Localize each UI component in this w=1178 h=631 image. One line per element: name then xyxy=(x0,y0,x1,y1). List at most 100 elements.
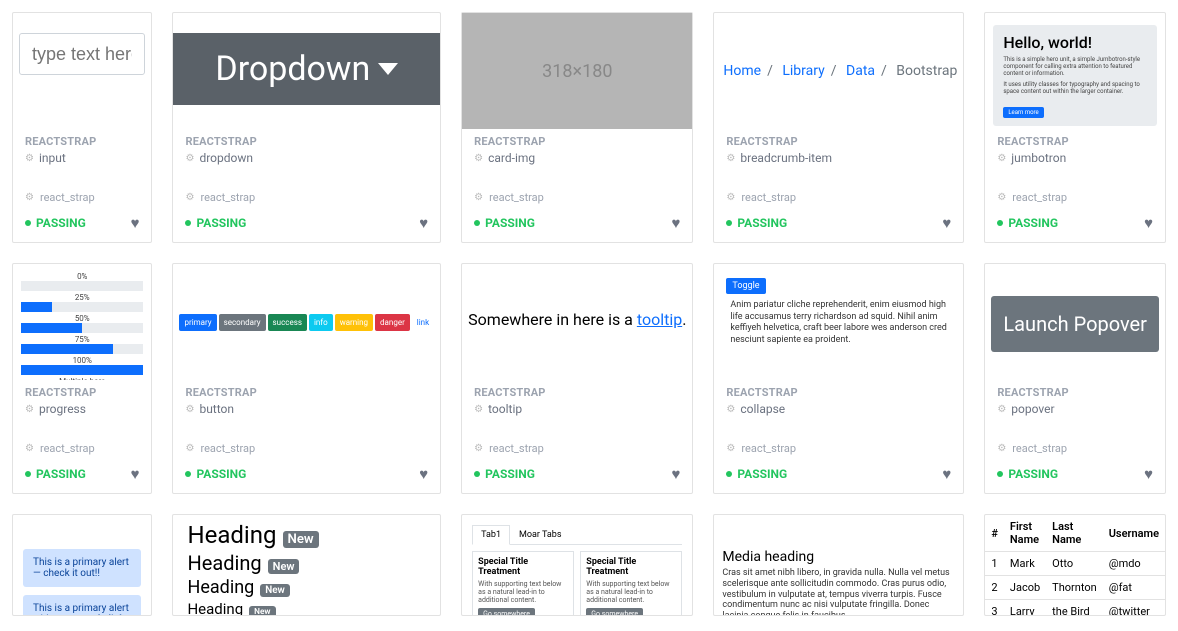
preview-alert: This is a primary alert — check it out!!… xyxy=(13,515,151,615)
preview-progress: 0% 25% 50% 75% 100% Multiple bars xyxy=(13,264,151,380)
card-breadcrumb[interactable]: Home/ Library/ Data/ Bootstrap REACTSTRA… xyxy=(713,12,964,243)
preview-breadcrumb: Home/ Library/ Data/ Bootstrap xyxy=(714,13,963,129)
gear-icon: ⚙ xyxy=(25,443,34,454)
card-card-img[interactable]: 318×180 REACTSTRAP ⚙card-img ⚙react_stra… xyxy=(461,12,693,243)
heart-icon[interactable]: ♥ xyxy=(419,465,428,483)
heart-icon[interactable]: ♥ xyxy=(942,214,951,232)
alert-primary-link: This is a primary alert with an example … xyxy=(23,595,141,615)
table-header-row: #First NameLast NameUsername xyxy=(985,515,1165,552)
gear-icon: ⚙ xyxy=(25,153,34,164)
table-header: Last Name xyxy=(1046,515,1103,552)
card-media[interactable]: Media heading Cras sit amet nibh libero,… xyxy=(713,514,964,616)
heart-icon[interactable]: ♥ xyxy=(672,465,681,483)
go-somewhere-button[interactable]: Go somewhere xyxy=(478,608,535,615)
card-collapse[interactable]: Toggle Anim pariatur cliche reprehenderi… xyxy=(713,263,964,494)
component-name: card-img xyxy=(488,151,535,165)
progress-track xyxy=(21,323,143,333)
progress-label: 50% xyxy=(21,314,143,323)
heart-icon[interactable]: ♥ xyxy=(131,214,140,232)
breadcrumb-link[interactable]: Library xyxy=(782,63,824,79)
chevron-down-icon xyxy=(378,63,398,75)
component-name: popover xyxy=(1011,402,1054,416)
gear-icon: ⚙ xyxy=(25,192,34,203)
card-input[interactable]: REACTSTRAP ⚙input ⚙react_strap PASSING ♥ xyxy=(12,12,152,243)
heart-icon[interactable]: ♥ xyxy=(419,214,428,232)
panel-body: With supporting text below as a natural … xyxy=(478,580,568,604)
alert-link[interactable]: an example link xyxy=(54,614,124,615)
tab-active[interactable]: Tab1 xyxy=(472,525,510,545)
heart-icon[interactable]: ♥ xyxy=(131,465,140,483)
card-jumbotron[interactable]: Hello, world! This is a simple hero unit… xyxy=(984,12,1166,243)
heart-icon[interactable]: ♥ xyxy=(942,465,951,483)
badge-pill: New xyxy=(260,584,290,597)
warning-button[interactable]: warning xyxy=(335,314,373,331)
status-badge: PASSING xyxy=(726,216,787,230)
heart-icon[interactable]: ♥ xyxy=(672,214,681,232)
table-cell: Thornton xyxy=(1046,576,1103,600)
breadcrumb-link[interactable]: Home xyxy=(723,63,761,79)
card-tooltip[interactable]: Somewhere in here is a tooltip. REACTSTR… xyxy=(461,263,693,494)
gear-icon: ⚙ xyxy=(726,443,735,454)
author-name: react_strap xyxy=(200,191,255,204)
gear-icon: ⚙ xyxy=(474,192,483,203)
author-name: react_strap xyxy=(200,442,255,455)
table-cell: Larry xyxy=(1004,600,1046,616)
card-tabs[interactable]: Tab1 Moar Tabs Special Title Treatment W… xyxy=(461,514,693,616)
breadcrumb-link[interactable]: Data xyxy=(846,63,875,79)
author-name: react_strap xyxy=(1012,191,1067,204)
status-badge: PASSING xyxy=(474,216,535,230)
status-badge: PASSING xyxy=(997,467,1058,481)
go-somewhere-button[interactable]: Go somewhere xyxy=(586,608,643,615)
info-button[interactable]: info xyxy=(309,314,333,331)
tooltip-text: Somewhere in here is a tooltip. xyxy=(468,310,686,329)
component-name: tooltip xyxy=(488,402,522,416)
secondary-button[interactable]: secondary xyxy=(219,314,266,331)
gear-icon: ⚙ xyxy=(185,404,194,415)
panel-body: With supporting text below as a natural … xyxy=(586,580,676,604)
primary-button[interactable]: primary xyxy=(179,314,216,331)
component-name: input xyxy=(39,151,66,165)
component-name: breadcrumb-item xyxy=(740,151,832,165)
library-label: REACTSTRAP xyxy=(185,135,428,148)
preview-media: Media heading Cras sit amet nibh libero,… xyxy=(714,515,963,615)
toggle-button[interactable]: Toggle xyxy=(726,278,765,294)
card-table[interactable]: #First NameLast NameUsername1MarkOtto@md… xyxy=(984,514,1166,616)
card-badge[interactable]: Heading New Heading New Heading New Head… xyxy=(172,514,441,616)
dropdown-toggle[interactable]: Dropdown xyxy=(173,33,440,105)
table-cell: Mark xyxy=(1004,552,1046,576)
preview-collapse: Toggle Anim pariatur cliche reprehenderi… xyxy=(714,264,963,380)
heart-icon[interactable]: ♥ xyxy=(1144,214,1153,232)
learn-more-button[interactable]: Learn more xyxy=(1003,107,1043,118)
preview-card-img: 318×180 xyxy=(462,13,692,129)
table-cell: 2 xyxy=(985,576,1004,600)
preview-button: primarysecondarysuccessinfowarningdanger… xyxy=(173,264,440,380)
progress-label: Multiple bars xyxy=(21,377,143,380)
heart-icon[interactable]: ♥ xyxy=(1144,465,1153,483)
tooltip-link[interactable]: tooltip xyxy=(637,310,682,329)
launch-popover-button[interactable]: Launch Popover xyxy=(991,296,1159,352)
component-name: dropdown xyxy=(199,151,253,165)
table-cell: 3 xyxy=(985,600,1004,616)
progress-label: 0% xyxy=(21,272,143,281)
card-alert[interactable]: This is a primary alert — check it out!!… xyxy=(12,514,152,616)
card-dropdown[interactable]: Dropdown REACTSTRAP ⚙dropdown ⚙react_str… xyxy=(172,12,441,243)
gear-icon: ⚙ xyxy=(997,192,1006,203)
table-row: 3Larrythe Bird@twitter xyxy=(985,600,1165,616)
card-progress[interactable]: 0% 25% 50% 75% 100% Multiple bars REACTS… xyxy=(12,263,152,494)
table-cell: @fat xyxy=(1103,576,1165,600)
danger-button[interactable]: danger xyxy=(375,314,410,331)
gear-icon: ⚙ xyxy=(25,404,34,415)
status-badge: PASSING xyxy=(25,467,86,481)
card-button[interactable]: primarysecondarysuccessinfowarningdanger… xyxy=(172,263,441,494)
progress-track xyxy=(21,344,143,354)
tab[interactable]: Moar Tabs xyxy=(510,525,570,544)
breadcrumb-active: Bootstrap xyxy=(896,63,957,79)
text-input[interactable] xyxy=(19,33,145,75)
gear-icon: ⚙ xyxy=(185,192,194,203)
link-button[interactable]: link xyxy=(412,314,434,331)
success-button[interactable]: success xyxy=(268,314,307,331)
progress-track xyxy=(21,365,143,375)
status-badge: PASSING xyxy=(185,467,246,481)
card-popover[interactable]: Launch Popover REACTSTRAP ⚙popover ⚙reac… xyxy=(984,263,1166,494)
heading-text: Heading xyxy=(187,551,261,575)
